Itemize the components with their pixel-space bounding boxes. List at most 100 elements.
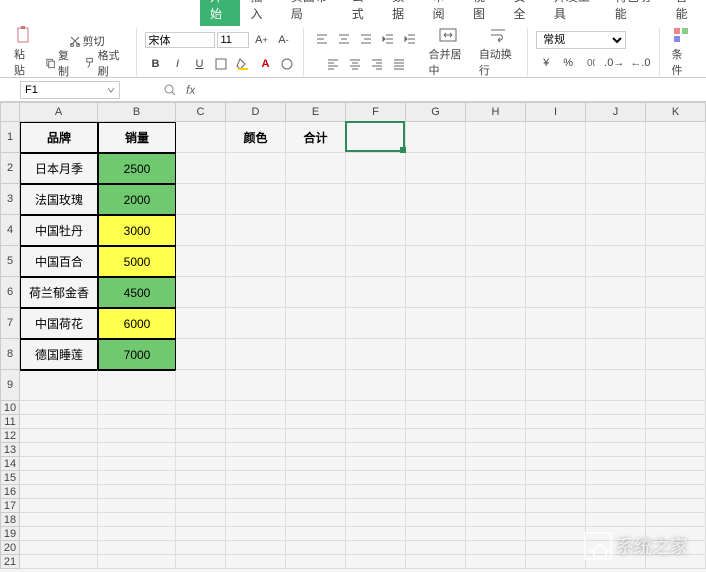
cell-J14[interactable] [586,457,646,471]
wrap-text-button[interactable]: 自动换行 [475,23,521,80]
cell-I18[interactable] [526,513,586,527]
row-header-5[interactable]: 5 [0,246,20,277]
cell-D18[interactable] [226,513,286,527]
cell-H19[interactable] [466,527,526,541]
cell-H12[interactable] [466,429,526,443]
cell-B17[interactable] [98,499,176,513]
cell-A19[interactable] [20,527,98,541]
cell-A1[interactable]: 品牌 [20,122,98,153]
cell-E11[interactable] [286,415,346,429]
cell-B11[interactable] [98,415,176,429]
paste-button[interactable]: 粘贴 [10,23,39,80]
cell-B6[interactable]: 4500 [98,277,176,308]
cell-G12[interactable] [406,429,466,443]
cell-C5[interactable] [176,246,226,277]
cell-B8[interactable]: 7000 [98,339,176,370]
border-button[interactable] [211,54,231,74]
cell-I5[interactable] [526,246,586,277]
cell-K11[interactable] [646,415,706,429]
row-header-18[interactable]: 18 [0,513,20,527]
cell-D20[interactable] [226,541,286,555]
row-header-19[interactable]: 19 [0,527,20,541]
decrease-font-icon[interactable]: A- [273,30,293,50]
cell-G3[interactable] [406,184,466,215]
cell-F15[interactable] [346,471,406,485]
cell-E12[interactable] [286,429,346,443]
format-button[interactable] [277,54,297,74]
cell-K3[interactable] [646,184,706,215]
cell-D2[interactable] [226,153,286,184]
cell-E5[interactable] [286,246,346,277]
indent-inc-icon[interactable] [400,30,420,50]
cell-C1[interactable] [176,122,226,153]
row-header-4[interactable]: 4 [0,215,20,246]
cell-C4[interactable] [176,215,226,246]
row-header-20[interactable]: 20 [0,541,20,555]
cell-F10[interactable] [346,401,406,415]
cell-D15[interactable] [226,471,286,485]
cell-I17[interactable] [526,499,586,513]
cell-K10[interactable] [646,401,706,415]
cell-C11[interactable] [176,415,226,429]
cell-D3[interactable] [226,184,286,215]
cell-I4[interactable] [526,215,586,246]
cell-G6[interactable] [406,277,466,308]
select-all-corner[interactable] [0,102,20,122]
col-header-J[interactable]: J [586,102,646,122]
cell-H8[interactable] [466,339,526,370]
cell-A13[interactable] [20,443,98,457]
formula-input[interactable] [195,82,706,98]
cell-J15[interactable] [586,471,646,485]
cell-C3[interactable] [176,184,226,215]
cell-J12[interactable] [586,429,646,443]
cell-K18[interactable] [646,513,706,527]
cell-I2[interactable] [526,153,586,184]
cell-K8[interactable] [646,339,706,370]
col-header-D[interactable]: D [226,102,286,122]
cell-F1[interactable] [346,122,406,153]
cell-H15[interactable] [466,471,526,485]
row-header-17[interactable]: 17 [0,499,20,513]
cell-H18[interactable] [466,513,526,527]
col-header-H[interactable]: H [466,102,526,122]
cell-G1[interactable] [406,122,466,153]
cell-E17[interactable] [286,499,346,513]
cell-D9[interactable] [226,370,286,401]
cell-A9[interactable] [20,370,98,401]
number-format-select[interactable]: 常规 [536,31,626,49]
cell-J2[interactable] [586,153,646,184]
cell-H1[interactable] [466,122,526,153]
cell-C12[interactable] [176,429,226,443]
cell-I21[interactable] [526,555,586,569]
cell-D13[interactable] [226,443,286,457]
row-header-10[interactable]: 10 [0,401,20,415]
cell-E1[interactable]: 合计 [286,122,346,153]
cell-A21[interactable] [20,555,98,569]
cell-K6[interactable] [646,277,706,308]
increase-font-icon[interactable]: A+ [251,30,271,50]
cell-I19[interactable] [526,527,586,541]
cell-A18[interactable] [20,513,98,527]
cell-D8[interactable] [226,339,286,370]
name-box[interactable]: F1 [20,81,120,99]
cell-H17[interactable] [466,499,526,513]
cell-E14[interactable] [286,457,346,471]
cell-D7[interactable] [226,308,286,339]
cell-G20[interactable] [406,541,466,555]
cell-C20[interactable] [176,541,226,555]
comma-icon[interactable]: 000 [580,53,600,73]
cell-A17[interactable] [20,499,98,513]
cell-E2[interactable] [286,153,346,184]
cell-J4[interactable] [586,215,646,246]
cell-H16[interactable] [466,485,526,499]
cell-E8[interactable] [286,339,346,370]
cell-C17[interactable] [176,499,226,513]
cell-J9[interactable] [586,370,646,401]
cell-D4[interactable] [226,215,286,246]
align-top-icon[interactable] [312,30,332,50]
row-header-9[interactable]: 9 [0,370,20,401]
cell-I20[interactable] [526,541,586,555]
cell-B4[interactable]: 3000 [98,215,176,246]
cell-G5[interactable] [406,246,466,277]
row-header-16[interactable]: 16 [0,485,20,499]
